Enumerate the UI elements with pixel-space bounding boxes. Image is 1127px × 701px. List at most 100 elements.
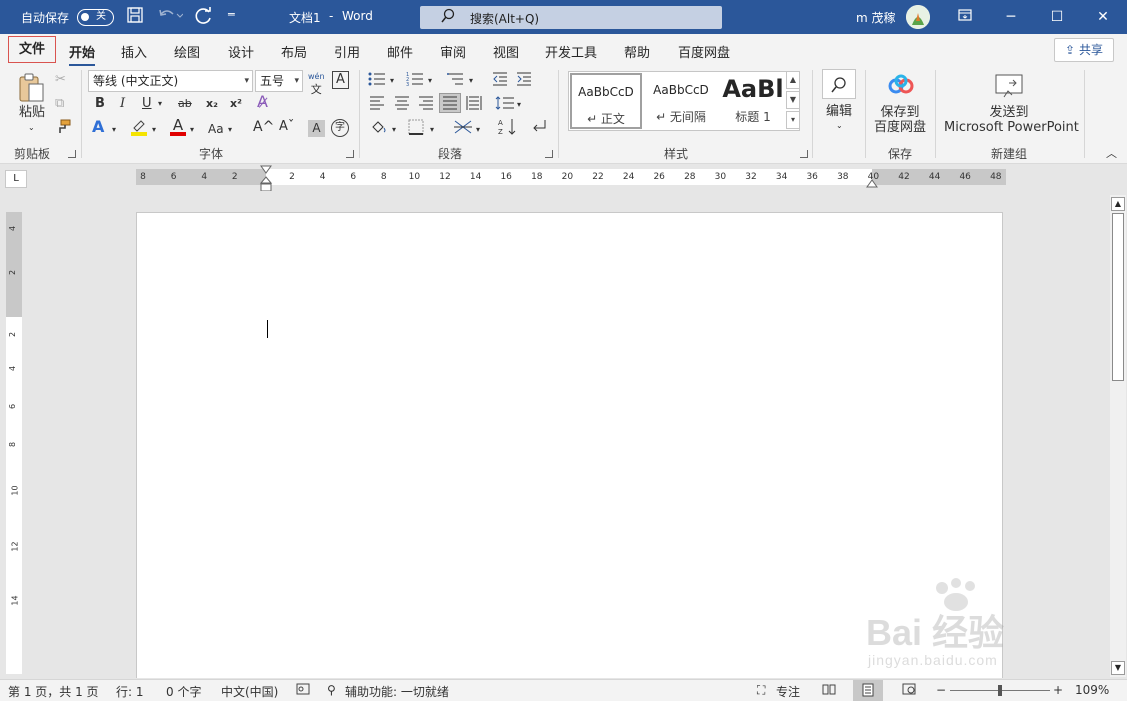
page-count[interactable]: 第 1 页，共 1 页 [8,683,99,700]
tab-view[interactable]: 视图 [493,42,519,61]
numbering-icon[interactable]: 123 [406,71,424,92]
chevron-down-icon[interactable]: ▾ [112,122,116,138]
line-spacing-icon[interactable] [495,96,515,115]
style-heading-1[interactable]: AaBl 标题 1 [717,73,789,129]
scroll-thumb[interactable] [1112,213,1124,381]
paste-dropdown-icon[interactable]: ⌄ [28,120,35,136]
styles-more-icon[interactable]: ▾ [786,111,800,129]
baidu-cloud-icon[interactable] [887,74,915,101]
char-border-button[interactable]: A [332,71,349,89]
close-icon[interactable]: ✕ [1080,0,1126,34]
language[interactable]: 中文(中国) [221,683,278,700]
tab-layout[interactable]: 布局 [281,42,307,61]
save-to-baidu-label[interactable]: 保存到 [874,105,926,121]
strikethrough-button[interactable]: ab [178,96,192,112]
enclose-char-icon[interactable]: 字 [331,119,349,137]
style-normal[interactable]: AaBbCcD ↵ 正文 [570,73,642,129]
font-name-select[interactable]: 等线 (中文正文) ▾ [88,70,253,92]
chevron-down-icon[interactable]: ▾ [430,122,434,138]
decrease-indent-icon[interactable] [492,71,508,92]
zoom-slider-thumb[interactable] [998,685,1002,696]
styles-launcher-icon[interactable] [800,150,808,158]
zoom-out-button[interactable]: − [936,683,946,697]
cut-icon[interactable]: ✂ [55,72,66,88]
highlight-icon[interactable] [130,118,148,141]
tab-draw[interactable]: 绘图 [174,42,200,61]
bold-button[interactable]: B [95,96,105,112]
avatar[interactable] [906,5,930,29]
superscript-button[interactable]: x² [230,96,242,112]
distributed-icon[interactable] [466,96,482,115]
focus-label[interactable]: 专注 [776,683,800,700]
undo-icon[interactable] [157,6,184,27]
chevron-down-icon[interactable]: ▾ [392,122,396,138]
focus-icon[interactable]: ⛶ [757,683,765,698]
tab-home[interactable]: 开始 [69,42,96,67]
chevron-down-icon[interactable]: ▾ [428,73,432,89]
minimize-icon[interactable]: ─ [988,0,1034,34]
chevron-down-icon[interactable]: ▾ [190,122,194,138]
shading-icon[interactable] [370,119,388,140]
indent-marker-icon[interactable] [259,165,273,192]
font-size-select[interactable]: 五号 ▾ [255,70,303,92]
align-left-icon[interactable] [369,96,385,115]
accessibility-icon[interactable]: ⚲ [327,683,336,697]
word-count[interactable]: 0 个字 [166,683,201,700]
style-no-spacing[interactable]: AaBbCcD ↵ 无间隔 [645,73,717,129]
document-page[interactable] [136,212,1003,678]
borders-icon[interactable] [408,119,424,140]
underline-button[interactable]: U [142,96,152,112]
tab-references[interactable]: 引用 [334,42,360,61]
zoom-level[interactable]: 109% [1075,683,1109,697]
save-to-baidu-label2[interactable]: 百度网盘 [874,120,926,136]
justify-icon[interactable] [439,93,461,113]
chevron-down-icon[interactable]: ⌄ [836,118,843,134]
tab-selector[interactable]: L [5,170,27,188]
align-right-icon[interactable] [418,96,434,115]
styles-scroll-up-icon[interactable]: ▲ [786,71,800,89]
collapse-ribbon-icon[interactable]: ︿ [1106,146,1117,162]
redo-icon[interactable] [194,6,214,29]
vertical-ruler[interactable]: 4 2 2 4 6 8 10 12 14 [6,212,22,674]
shrink-font-button[interactable]: Aˇ [279,119,294,135]
tab-design[interactable]: 设计 [228,42,254,61]
tab-review[interactable]: 审阅 [440,42,466,61]
send-to-powerpoint-icon[interactable] [994,73,1024,104]
underline-dropdown-icon[interactable]: ▾ [158,96,162,112]
show-marks-icon[interactable] [530,118,548,139]
styles-scroll-down-icon[interactable]: ▼ [786,91,800,109]
bullets-icon[interactable] [368,71,386,92]
chevron-down-icon[interactable]: ▾ [390,73,394,89]
save-icon[interactable] [126,6,144,28]
multilevel-list-icon[interactable] [447,71,465,92]
text-effects-icon[interactable]: A [92,119,104,135]
line-number[interactable]: 行: 1 [116,683,144,700]
ribbon-display-options-icon[interactable] [942,0,988,34]
search-box[interactable]: 搜索(Alt+Q) [420,6,722,29]
tab-file[interactable]: 文件 [8,36,56,63]
scroll-down-icon[interactable]: ▼ [1111,661,1125,675]
clear-formatting-icon[interactable]: A̷ [257,94,268,110]
clipboard-launcher-icon[interactable] [68,150,76,158]
subscript-button[interactable]: x₂ [206,96,218,112]
autosave-toggle[interactable]: 关 [77,9,114,26]
tab-help[interactable]: 帮助 [624,42,650,61]
zoom-in-button[interactable]: + [1053,683,1063,697]
char-shading-button[interactable]: A [308,120,325,137]
tab-baidu-disk[interactable]: 百度网盘 [678,42,730,61]
italic-button[interactable]: I [120,96,125,112]
send-to-ppt-label2[interactable]: Microsoft PowerPoint [944,120,1079,136]
align-center-icon[interactable] [394,96,410,115]
maximize-icon[interactable]: ☐ [1034,0,1080,34]
accessibility-status[interactable]: 辅助功能: 一切就绪 [345,683,449,700]
grow-font-button[interactable]: A^ [253,119,274,135]
paragraph-launcher-icon[interactable] [545,150,553,158]
paste-button[interactable] [16,72,48,109]
phonetic-guide-button[interactable]: wén 文 [308,69,325,95]
copy-icon[interactable]: ⧉ [55,96,64,112]
chevron-down-icon[interactable]: ▾ [228,122,232,138]
font-color-icon[interactable]: A [170,117,186,136]
macro-recorder-icon[interactable] [296,683,310,698]
chevron-down-icon[interactable]: ▾ [476,122,480,138]
search-icon[interactable] [822,69,856,99]
